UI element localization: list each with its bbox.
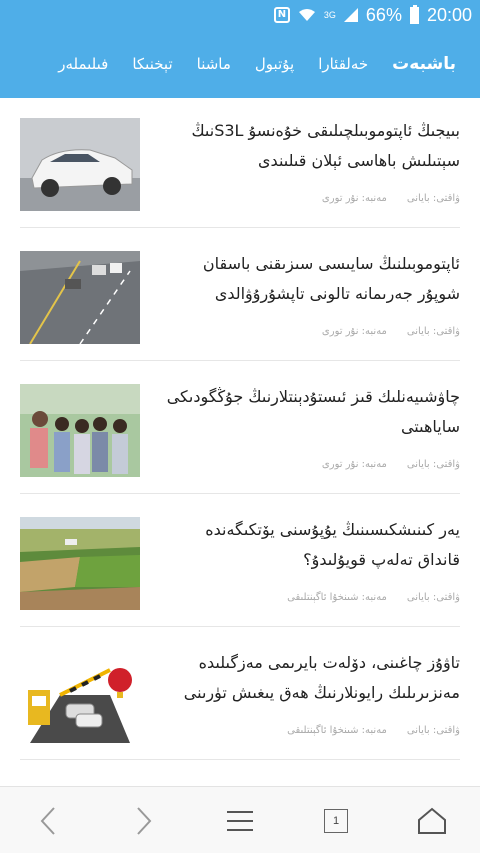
article-thumbnail <box>20 118 140 211</box>
article-thumbnail <box>20 517 140 610</box>
battery-percent: 66% <box>365 4 402 25</box>
article-thumbnail <box>20 384 140 477</box>
article-meta: ۋاقتى: بايانى مەنبە: نۇر تورى <box>160 193 460 204</box>
back-button[interactable] <box>24 797 72 845</box>
article-source: مەنبە: نۇر تورى <box>321 326 387 337</box>
article-date: ۋاقتى: بايانى <box>406 193 460 204</box>
article-list: بىيجىڭ ئاپتوموبىلچىلىقى خۇەنسۇ S3Lنىڭ سې… <box>0 98 480 786</box>
article-item[interactable]: چاۋشىيەنلىك قىز ئىستۇدېنتلارنىڭ جۇڭگودىك… <box>20 364 460 494</box>
article-title[interactable]: ئاپتوموبىلنىڭ سايىسى سىزىقنى باسقان شوپۇ… <box>160 249 460 309</box>
article-date: ۋاقتى: بايانى <box>406 725 460 736</box>
article-date: ۋاقتى: بايانى <box>406 326 460 337</box>
article-date: ۋاقتى: بايانى <box>406 592 460 603</box>
nfc-icon: N <box>273 7 290 23</box>
tabs-button[interactable]: 1 <box>312 797 360 845</box>
tab-home[interactable]: باشبەت <box>380 54 468 74</box>
tab-cars[interactable]: ماشنا <box>185 55 243 73</box>
menu-icon <box>227 811 253 831</box>
home-button[interactable] <box>408 797 456 845</box>
tab-international[interactable]: خەلقئارا <box>306 55 380 73</box>
browser-toolbar: 1 <box>0 786 480 853</box>
article-meta: ۋاقتى: بايانى مەنبە: شىنخۇا ئاگېنتلىقى <box>160 592 460 603</box>
tab-technology[interactable]: تېخنىكا <box>120 55 184 73</box>
article-title[interactable]: تاۋۇز چاغىنى، دۆلەت بايرىمى مەزگىلىدە مە… <box>160 648 460 708</box>
article-item[interactable]: ئاپتوموبىلنىڭ سايىسى سىزىقنى باسقان شوپۇ… <box>20 231 460 361</box>
chevron-right-icon <box>137 807 152 835</box>
article-thumbnail <box>20 251 140 344</box>
article-thumbnail <box>20 650 140 743</box>
network-type: 3G <box>323 10 336 20</box>
status-bar: N 3G 66% 20:00 <box>0 0 480 30</box>
article-date: ۋاقتى: بايانى <box>406 459 460 470</box>
article-meta: ۋاقتى: بايانى مەنبە: نۇر تورى <box>160 326 460 337</box>
tab-films[interactable]: فىلىملەر <box>46 55 120 73</box>
article-source: مەنبە: نۇر تورى <box>321 459 387 470</box>
article-title[interactable]: بىيجىڭ ئاپتوموبىلچىلىقى خۇەنسۇ S3Lنىڭ سې… <box>160 116 460 176</box>
wifi-icon <box>298 9 315 21</box>
chevron-left-icon <box>40 807 55 835</box>
tab-football[interactable]: پۇتبول <box>243 55 306 73</box>
article-item[interactable]: بىيجىڭ ئاپتوموبىلچىلىقى خۇەنسۇ S3Lنىڭ سې… <box>20 98 460 228</box>
article-meta: ۋاقتى: بايانى مەنبە: شىنخۇا ئاگېنتلىقى <box>160 725 460 736</box>
battery-icon <box>409 4 419 24</box>
article-title[interactable]: يەر كىنىشكىسىنىڭ يۇپۇسنى يۆتكىگەندە قاند… <box>160 515 460 575</box>
menu-button[interactable] <box>216 797 264 845</box>
article-source: مەنبە: شىنخۇا ئاگېنتلىقى <box>287 592 387 603</box>
article-source: مەنبە: شىنخۇا ئاگېنتلىقى <box>287 725 387 736</box>
article-source: مەنبە: نۇر تورى <box>321 193 387 204</box>
home-icon <box>418 807 446 834</box>
signal-icon <box>343 8 358 22</box>
article-item[interactable]: تاۋۇز چاغىنى، دۆلەت بايرىمى مەزگىلىدە مە… <box>20 630 460 760</box>
article-meta: ۋاقتى: بايانى مەنبە: نۇر تورى <box>160 459 460 470</box>
category-tabs: باشبەت خەلقئارا پۇتبول ماشنا تېخنىكا فىل… <box>0 30 480 98</box>
article-title[interactable]: چاۋشىيەنلىك قىز ئىستۇدېنتلارنىڭ جۇڭگودىك… <box>160 382 460 442</box>
forward-button[interactable] <box>120 797 168 845</box>
article-item[interactable]: يەر كىنىشكىسىنىڭ يۇپۇسنى يۆتكىگەندە قاند… <box>20 497 460 627</box>
tab-count: 1 <box>324 809 348 833</box>
clock: 20:00 <box>426 4 472 25</box>
